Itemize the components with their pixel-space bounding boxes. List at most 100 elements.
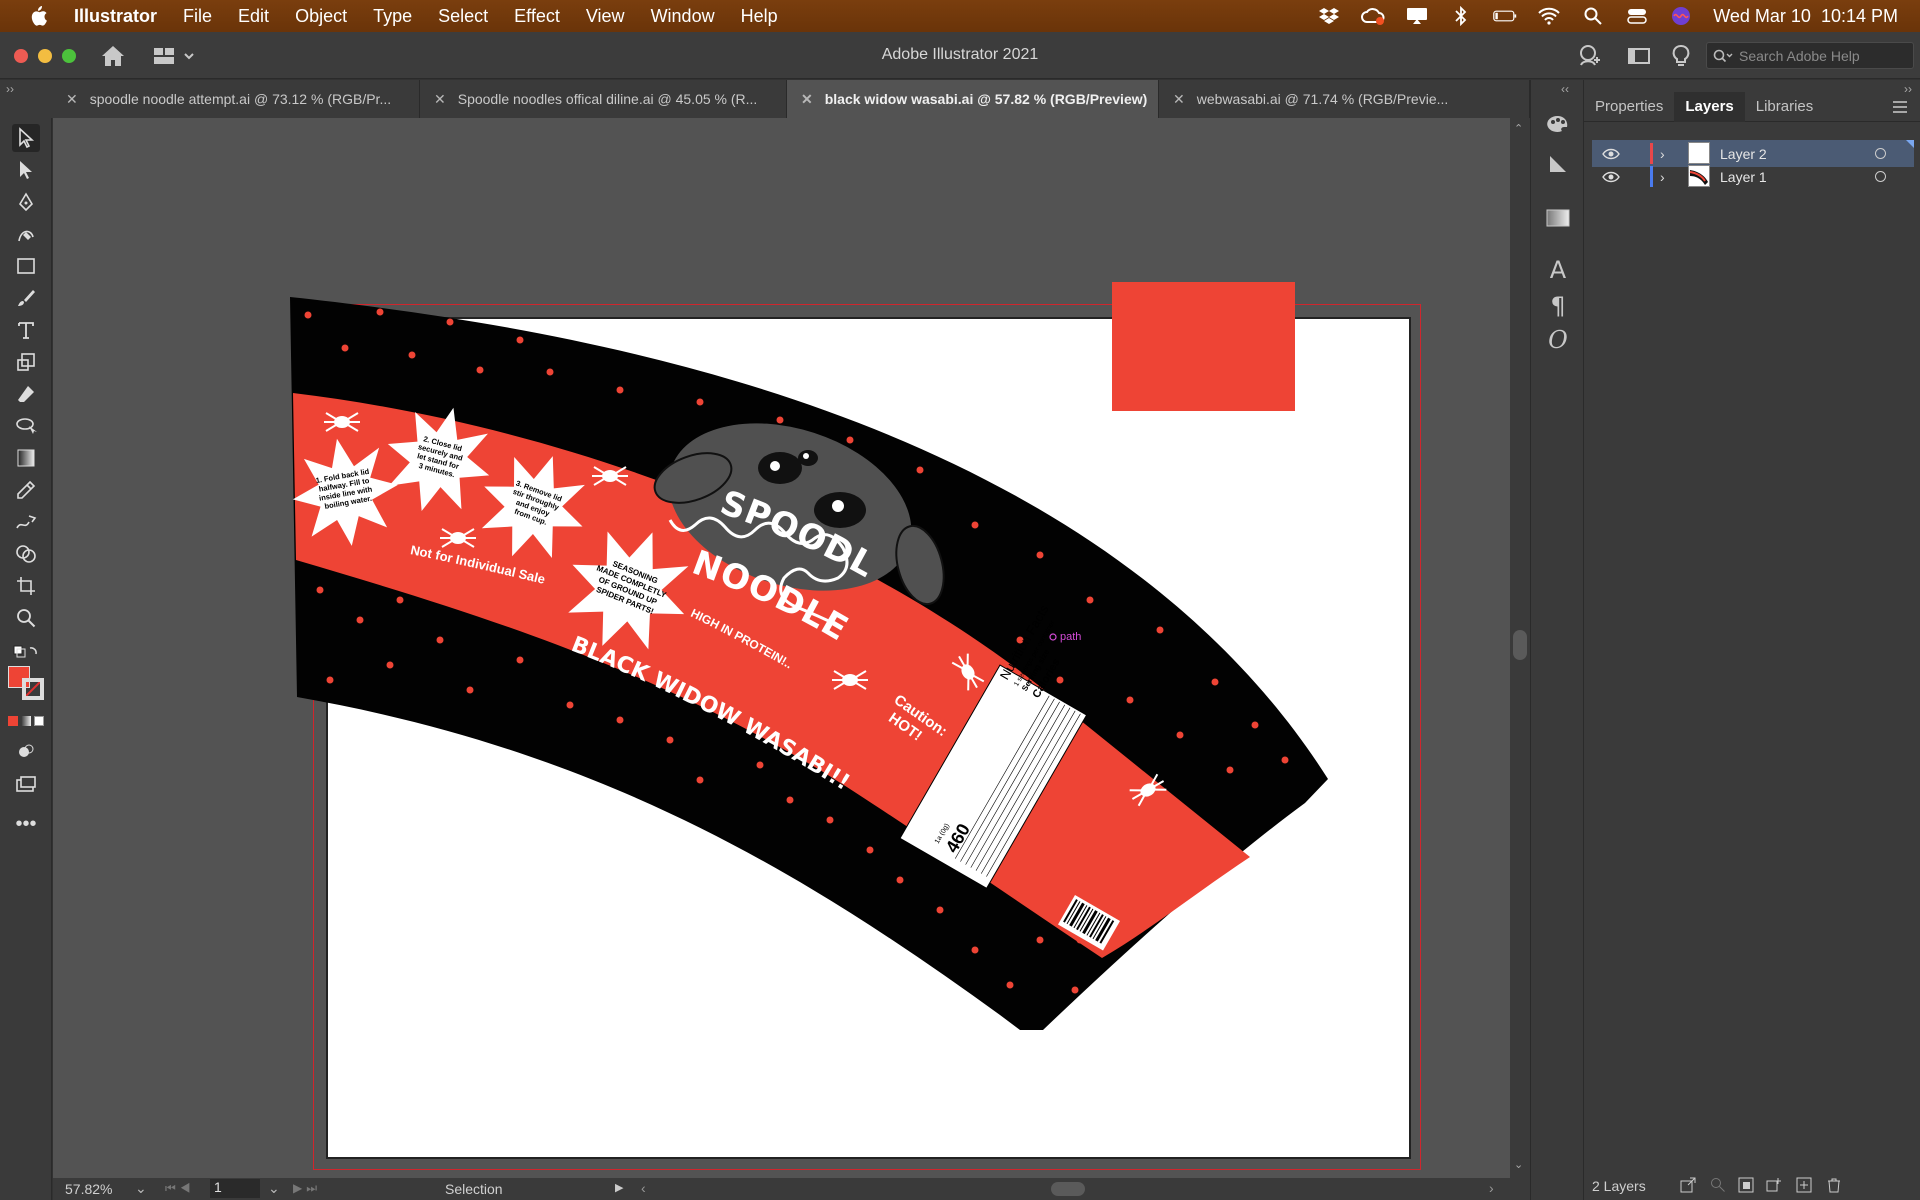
shape-builder-tool[interactable] xyxy=(12,540,40,568)
screen-mode-tool[interactable] xyxy=(12,770,40,798)
rectangle-tool[interactable] xyxy=(12,252,40,280)
fill-stroke-swatches[interactable] xyxy=(8,666,44,700)
color-mode-buttons[interactable] xyxy=(8,716,46,728)
vertical-scrollbar[interactable]: ⌃ ⌄ xyxy=(1510,118,1530,1178)
airplay-icon[interactable] xyxy=(1405,6,1429,26)
panel-layout-icon[interactable] xyxy=(1626,43,1652,69)
apple-icon[interactable] xyxy=(28,5,48,27)
visibility-eye-icon[interactable] xyxy=(1602,148,1620,160)
spotlight-icon[interactable] xyxy=(1581,6,1605,26)
scroll-up-icon[interactable]: ⌃ xyxy=(1514,122,1523,135)
symbols-icon[interactable] xyxy=(1544,150,1572,178)
artboard-tool[interactable] xyxy=(12,572,40,600)
menu-select[interactable]: Select xyxy=(438,6,488,27)
tab-black-widow-wasabi[interactable]: ✕ black widow wasabi.ai @ 57.82 % (RGB/P… xyxy=(787,80,1159,118)
eyedropper-tool[interactable] xyxy=(12,476,40,504)
scroll-down-icon[interactable]: ⌄ xyxy=(1514,1158,1523,1171)
draw-mode-tool[interactable] xyxy=(12,738,40,766)
status-menu-arrow-icon[interactable]: ▶ xyxy=(615,1181,623,1194)
wifi-icon[interactable] xyxy=(1537,6,1561,26)
search-help-input[interactable]: Search Adobe Help xyxy=(1706,42,1914,69)
curvature-tool[interactable] xyxy=(12,220,40,248)
trash-icon[interactable] xyxy=(1826,1177,1842,1193)
pen-tool[interactable] xyxy=(12,188,40,216)
lasso-tool[interactable] xyxy=(12,412,40,440)
red-swatch-rectangle[interactable] xyxy=(1112,282,1295,411)
control-center-icon[interactable] xyxy=(1625,6,1649,26)
paintbrush-tool[interactable] xyxy=(12,284,40,312)
layer-name[interactable]: Layer 2 xyxy=(1720,146,1767,162)
artwork-canvas[interactable]: 1. Fold back lid halfway. Fill to inside… xyxy=(53,118,1510,1178)
dropbox-icon[interactable] xyxy=(1317,6,1341,26)
panel-menu-icon[interactable] xyxy=(1892,100,1908,114)
swap-colors-tool[interactable] xyxy=(12,638,40,666)
zoom-tool[interactable] xyxy=(12,604,40,632)
gradient-mode-icon[interactable] xyxy=(21,716,31,726)
more-tools-icon[interactable]: ••• xyxy=(12,810,40,838)
clock[interactable]: Wed Mar 10 10:14 PM xyxy=(1713,6,1898,27)
gradient-panel-icon[interactable] xyxy=(1544,204,1572,232)
artboard-number-field[interactable]: 1 xyxy=(210,1179,260,1198)
layer-target-icon[interactable] xyxy=(1875,171,1886,182)
color-guide-icon[interactable] xyxy=(1544,110,1572,138)
clipping-mask-icon[interactable] xyxy=(1738,1177,1754,1193)
creative-cloud-icon[interactable] xyxy=(1361,6,1385,26)
expand-layer-icon[interactable]: › xyxy=(1660,146,1665,162)
close-tab-icon[interactable]: ✕ xyxy=(1173,91,1185,108)
stroke-color-swatch[interactable] xyxy=(22,678,44,700)
new-layer-icon[interactable] xyxy=(1796,1177,1812,1193)
gradient-tool[interactable] xyxy=(12,444,40,472)
layer-name[interactable]: Layer 1 xyxy=(1720,169,1767,185)
next-last-artboard-icon[interactable]: ▶⏭ xyxy=(293,1181,321,1196)
locate-object-icon[interactable] xyxy=(1710,1177,1726,1193)
vertical-scroll-thumb[interactable] xyxy=(1513,630,1527,660)
menu-window[interactable]: Window xyxy=(651,6,715,27)
direct-selection-tool[interactable] xyxy=(12,156,40,184)
tab-libraries[interactable]: Libraries xyxy=(1745,92,1825,122)
export-icon[interactable] xyxy=(1680,1177,1696,1193)
none-mode-icon[interactable] xyxy=(34,716,44,726)
close-tab-icon[interactable]: ✕ xyxy=(434,91,446,108)
tab-webwasabi[interactable]: ✕ webwasabi.ai @ 71.74 % (RGB/Previe... xyxy=(1159,80,1530,118)
close-tab-icon[interactable]: ✕ xyxy=(66,91,78,108)
menu-object[interactable]: Object xyxy=(295,6,347,27)
layer-row-layer-1[interactable]: › Layer 1 xyxy=(1592,163,1914,190)
artboard-dropdown-icon[interactable]: ⌄ xyxy=(268,1180,280,1197)
cloud-document-icon[interactable] xyxy=(1576,43,1602,69)
eraser-tool[interactable] xyxy=(12,380,40,408)
type-tool[interactable] xyxy=(12,316,40,344)
zoom-dropdown-icon[interactable]: ⌄ xyxy=(135,1180,147,1197)
scroll-left-icon[interactable]: ‹ xyxy=(641,1180,646,1196)
scroll-right-icon[interactable]: › xyxy=(1489,1180,1494,1196)
tab-properties[interactable]: Properties xyxy=(1584,92,1674,122)
horizontal-scroll-thumb[interactable] xyxy=(1051,1182,1085,1196)
status-tool-mode[interactable]: Selection xyxy=(445,1181,503,1197)
bluetooth-icon[interactable] xyxy=(1449,6,1473,26)
canvas-area[interactable]: 1. Fold back lid halfway. Fill to inside… xyxy=(53,118,1510,1178)
menu-view[interactable]: View xyxy=(586,6,625,27)
menu-app-name[interactable]: Illustrator xyxy=(74,6,157,27)
menu-file[interactable]: File xyxy=(183,6,212,27)
opentype-panel-icon[interactable]: O xyxy=(1544,326,1572,354)
paragraph-panel-icon[interactable]: ¶ xyxy=(1544,292,1572,320)
siri-icon[interactable] xyxy=(1669,6,1693,26)
menu-effect[interactable]: Effect xyxy=(514,6,560,27)
menu-type[interactable]: Type xyxy=(373,6,412,27)
battery-icon[interactable] xyxy=(1493,6,1517,26)
discover-lightbulb-icon[interactable] xyxy=(1668,43,1694,69)
menu-edit[interactable]: Edit xyxy=(238,6,269,27)
visibility-eye-icon[interactable] xyxy=(1602,171,1620,183)
expand-layer-icon[interactable]: › xyxy=(1660,169,1665,185)
collapse-toolbar-button[interactable]: ›› xyxy=(0,80,52,118)
tab-spoodle-noodles-offical[interactable]: ✕ Spoodle noodles offical diline.ai @ 45… xyxy=(420,80,787,118)
tab-spoodle-noodle-attempt[interactable]: ✕ spoodle noodle attempt.ai @ 73.12 % (R… xyxy=(52,80,420,118)
close-tab-icon[interactable]: ✕ xyxy=(801,91,813,108)
character-panel-icon[interactable]: A xyxy=(1544,256,1572,284)
layer-target-icon[interactable] xyxy=(1875,148,1886,159)
scale-tool[interactable] xyxy=(12,348,40,376)
puppet-warp-tool[interactable] xyxy=(12,508,40,536)
new-sublayer-icon[interactable] xyxy=(1766,1177,1782,1193)
tab-layers[interactable]: Layers xyxy=(1674,92,1745,122)
first-prev-artboard-icon[interactable]: ⏮◀ xyxy=(165,1181,195,1196)
selection-tool[interactable] xyxy=(12,124,40,152)
